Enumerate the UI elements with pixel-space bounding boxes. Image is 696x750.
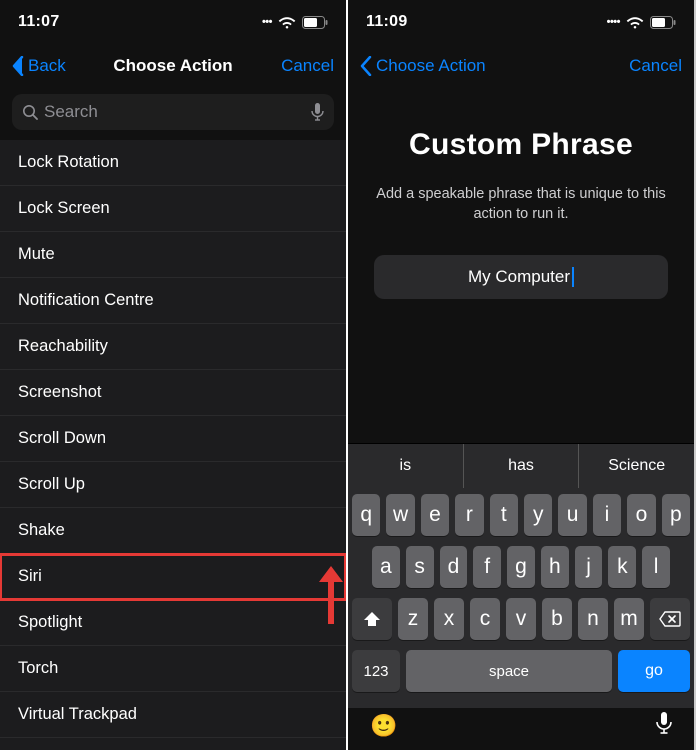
- space-key[interactable]: space: [406, 650, 612, 692]
- phrase-input[interactable]: My Computer: [374, 255, 668, 299]
- key-a[interactable]: a: [372, 546, 400, 588]
- action-label: Scroll Up: [18, 475, 85, 494]
- wifi-icon: [626, 16, 644, 29]
- action-row[interactable]: Spotlight: [0, 600, 346, 646]
- back-label: Back: [28, 56, 66, 76]
- phrase-input-value: My Computer: [468, 267, 570, 287]
- action-row[interactable]: Reachability: [0, 324, 346, 370]
- keyboard-area: ishasScience qwertyuiop asdfghjkl zxcvbn…: [348, 443, 694, 750]
- key-j[interactable]: j: [575, 546, 603, 588]
- suggestion[interactable]: is: [348, 444, 463, 488]
- keyboard: qwertyuiop asdfghjkl zxcvbnm 123 space g…: [348, 488, 694, 708]
- nav-bar: Back Choose Action Cancel: [0, 44, 346, 88]
- search-field[interactable]: [12, 94, 334, 130]
- key-h[interactable]: h: [541, 546, 569, 588]
- action-label: Spotlight: [18, 613, 82, 632]
- action-row[interactable]: Mute: [0, 232, 346, 278]
- key-t[interactable]: t: [490, 494, 518, 536]
- screenshot-custom-phrase: 11:09 •••• Choose Action: [348, 0, 694, 750]
- key-f[interactable]: f: [473, 546, 501, 588]
- clock: 11:07: [18, 13, 60, 31]
- action-row[interactable]: Lock Rotation: [0, 140, 346, 186]
- key-b[interactable]: b: [542, 598, 572, 640]
- action-row[interactable]: Virtual Trackpad: [0, 692, 346, 738]
- action-row[interactable]: Lock Screen: [0, 186, 346, 232]
- action-label: Siri: [18, 567, 42, 586]
- clock: 11:09: [366, 13, 408, 31]
- action-label: Lock Screen: [18, 199, 110, 218]
- text-cursor: [572, 267, 574, 287]
- key-v[interactable]: v: [506, 598, 536, 640]
- suggestion-bar: ishasScience: [348, 443, 694, 488]
- search-input[interactable]: [38, 102, 311, 122]
- key-n[interactable]: n: [578, 598, 608, 640]
- back-button[interactable]: Back: [12, 56, 66, 76]
- key-z[interactable]: z: [398, 598, 428, 640]
- dictation-icon[interactable]: [656, 712, 672, 740]
- status-bar: 11:07 •••: [0, 0, 346, 44]
- key-r[interactable]: r: [455, 494, 483, 536]
- shift-key[interactable]: [352, 598, 392, 640]
- cellular-dots: •••: [262, 16, 272, 28]
- page-subtitle: Add a speakable phrase that is unique to…: [372, 184, 670, 225]
- key-i[interactable]: i: [593, 494, 621, 536]
- key-k[interactable]: k: [608, 546, 636, 588]
- key-d[interactable]: d: [440, 546, 468, 588]
- action-row[interactable]: Screenshot: [0, 370, 346, 416]
- key-y[interactable]: y: [524, 494, 552, 536]
- backspace-key[interactable]: [650, 598, 690, 640]
- battery-icon: [650, 16, 676, 29]
- numbers-key[interactable]: 123: [352, 650, 400, 692]
- action-row[interactable]: Torch: [0, 646, 346, 692]
- action-row[interactable]: Notification Centre: [0, 278, 346, 324]
- action-row[interactable]: Siri: [0, 554, 346, 600]
- action-row[interactable]: Volume Down: [0, 738, 346, 750]
- nav-bar: Choose Action Cancel: [348, 44, 694, 88]
- back-button[interactable]: Choose Action: [360, 56, 486, 76]
- suggestion[interactable]: Science: [578, 444, 694, 488]
- action-label: Mute: [18, 245, 55, 264]
- action-label: Screenshot: [18, 383, 101, 402]
- cancel-button[interactable]: Cancel: [629, 56, 682, 76]
- action-row[interactable]: Shake: [0, 508, 346, 554]
- emoji-icon[interactable]: 🙂: [370, 713, 397, 739]
- action-row[interactable]: Scroll Down: [0, 416, 346, 462]
- key-s[interactable]: s: [406, 546, 434, 588]
- key-l[interactable]: l: [642, 546, 670, 588]
- chevron-left-icon: [360, 56, 372, 76]
- action-list[interactable]: Lock Rotation Lock Screen Mute Notification…: [0, 140, 346, 750]
- key-o[interactable]: o: [627, 494, 655, 536]
- cancel-button[interactable]: Cancel: [281, 56, 334, 76]
- mic-icon[interactable]: [311, 103, 324, 121]
- key-g[interactable]: g: [507, 546, 535, 588]
- key-w[interactable]: w: [386, 494, 414, 536]
- suggestion[interactable]: has: [463, 444, 579, 488]
- key-e[interactable]: e: [421, 494, 449, 536]
- action-row[interactable]: Scroll Up: [0, 462, 346, 508]
- action-label: Torch: [18, 659, 58, 678]
- battery-icon: [302, 16, 328, 29]
- go-key[interactable]: go: [618, 650, 690, 692]
- action-label: Virtual Trackpad: [18, 705, 137, 724]
- key-u[interactable]: u: [558, 494, 586, 536]
- wifi-icon: [278, 16, 296, 29]
- action-label: Notification Centre: [18, 291, 154, 310]
- search-icon: [22, 104, 38, 120]
- screenshot-choose-action: 11:07 ••• Back C: [0, 0, 348, 750]
- chevron-left-icon: [12, 56, 24, 76]
- action-label: Reachability: [18, 337, 108, 356]
- back-label: Choose Action: [376, 56, 486, 76]
- status-bar: 11:09 ••••: [348, 0, 694, 44]
- page-title: Custom Phrase: [372, 128, 670, 162]
- key-p[interactable]: p: [662, 494, 690, 536]
- key-c[interactable]: c: [470, 598, 500, 640]
- action-label: Shake: [18, 521, 65, 540]
- key-x[interactable]: x: [434, 598, 464, 640]
- action-label: Lock Rotation: [18, 153, 119, 172]
- key-q[interactable]: q: [352, 494, 380, 536]
- cellular-dots: ••••: [607, 16, 620, 28]
- key-m[interactable]: m: [614, 598, 644, 640]
- action-label: Scroll Down: [18, 429, 106, 448]
